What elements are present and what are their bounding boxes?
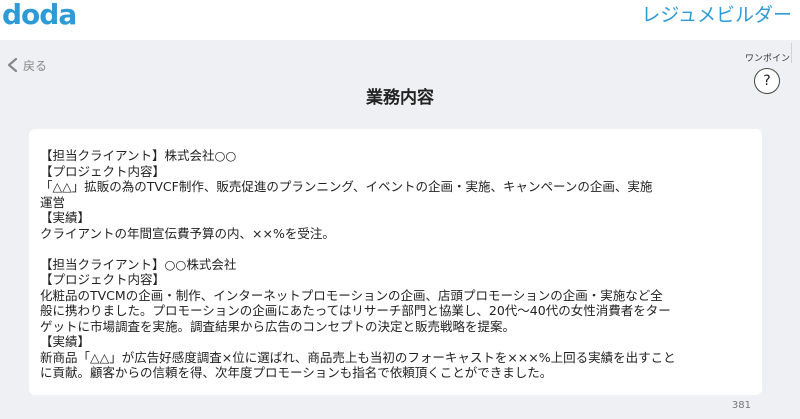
- content-line: 【実績】: [40, 334, 91, 349]
- content-line: 新商品「△△」が広告好感度調査×位に選ばれ、商品売上も当初のフォーキャストを××…: [40, 349, 676, 365]
- content-line: に貢献。顧客からの信頼を得、次年度プロモーションも指名で依頼頂くことができました…: [40, 365, 553, 380]
- content-line: 【担当クライアント】○○株式会社: [40, 256, 237, 272]
- doda-logo[interactable]: doda: [2, 0, 77, 31]
- content-line: 「△△」拡販の為のTVCF制作、販売促進のプランニング、イベントの企画・実施、キ…: [40, 179, 653, 194]
- app-header: doda レジュメビルダー: [0, 0, 800, 40]
- chevron-left-icon: [7, 57, 18, 73]
- character-count: 381: [731, 400, 751, 411]
- app-title: レジュメビルダー: [641, 4, 792, 26]
- content-line: 【実績】: [40, 210, 91, 225]
- content-line: 【プロジェクト内容】: [40, 272, 166, 287]
- divider: [791, 43, 792, 63]
- content-line: 運営: [40, 194, 66, 210]
- content-textarea[interactable]: 【担当クライアント】株式会社○○ 【プロジェクト内容】 「△△」拡販の為のTVCF制…: [29, 129, 762, 395]
- content-line: 【プロジェクト内容】: [40, 163, 166, 179]
- onepoint-label: ワンポイン: [744, 54, 790, 64]
- content-line: 【担当クライアント】株式会社○○: [40, 148, 237, 163]
- main-area: 戻る ワンポイン ? 業務内容 【担当クライアント】株式会社○○ 【プロジェクト内…: [0, 40, 800, 419]
- page-title: 業務内容: [366, 88, 434, 108]
- content-line: クライアントの年間宣伝費予算の内、××%を受注。: [40, 225, 335, 241]
- back-button[interactable]: 戻る: [6, 55, 47, 75]
- content-line: ゲットに市場調査を実施。調査結果から広告のコンセプトの決定と販売戦略を提案。: [40, 318, 516, 334]
- content-line: 化粧品のTVCMの企画・制作、インターネットプロモーションの企画、店頭プロモーシ…: [40, 287, 663, 303]
- back-label: 戻る: [23, 58, 48, 73]
- content-line: 般に携わりました。プロモーションの企画にあたってはリサーチ部門と協業し、20代～…: [40, 303, 671, 318]
